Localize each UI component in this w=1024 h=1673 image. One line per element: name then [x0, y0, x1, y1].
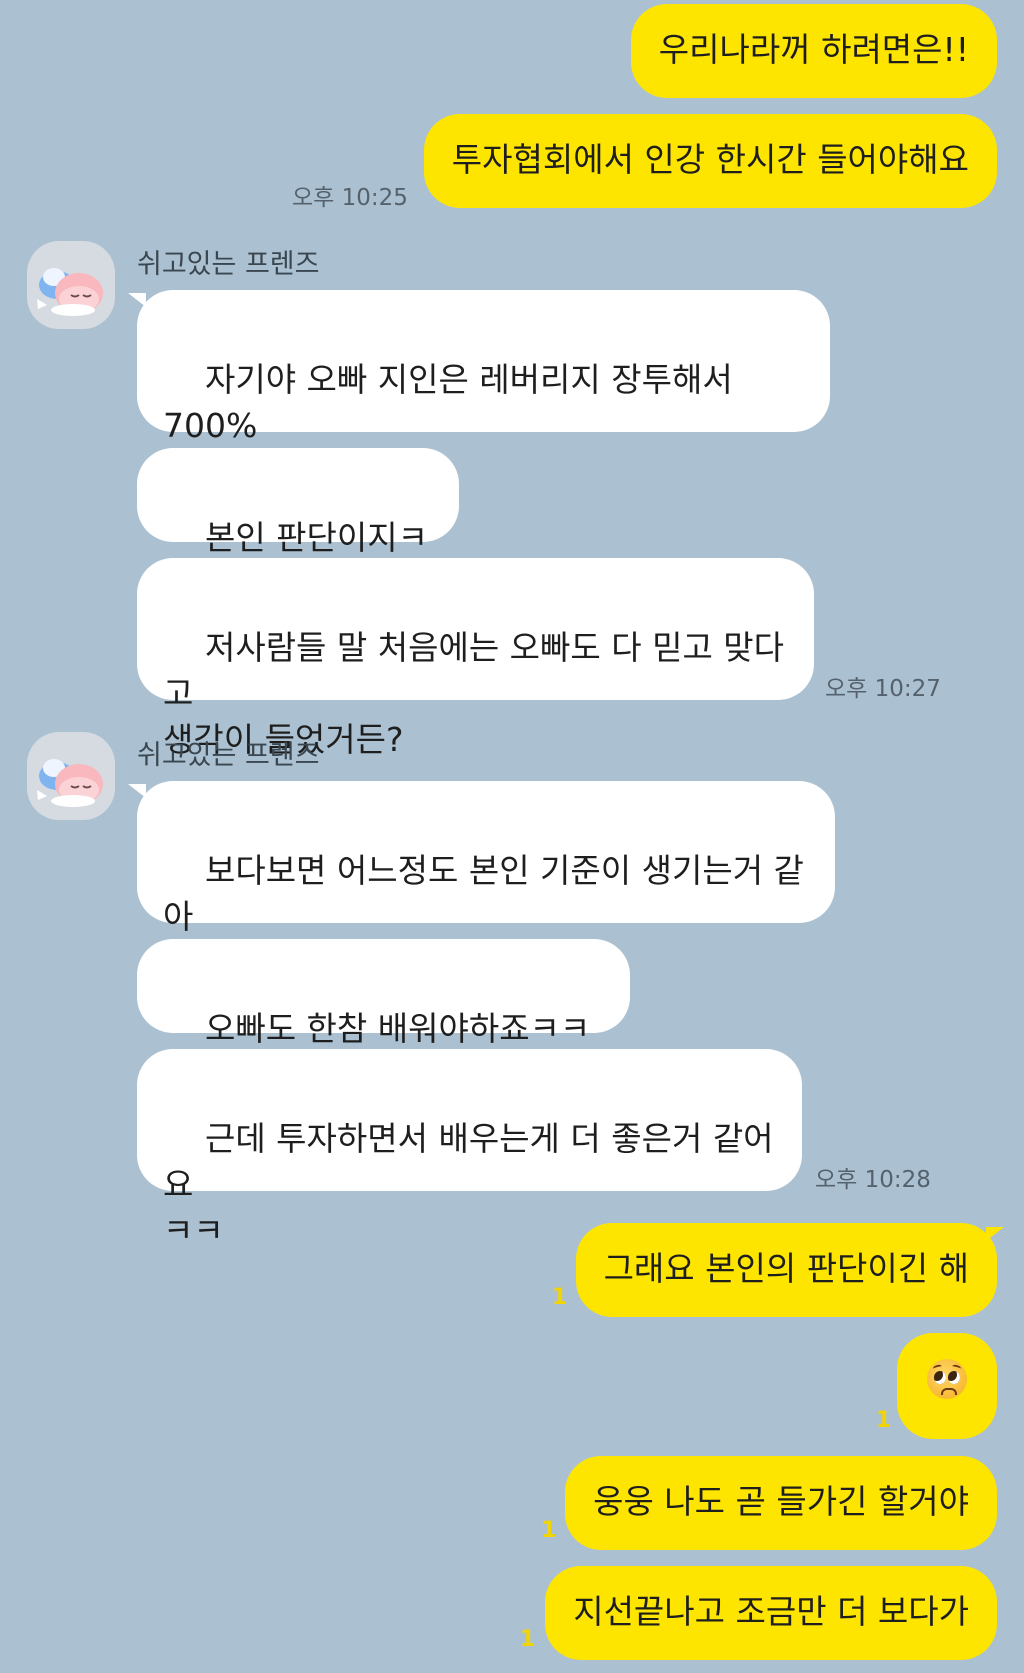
message-text: 웅웅 나도 곧 들가긴 할거야 [593, 1482, 969, 1521]
pleading-face-icon [927, 1359, 967, 1399]
friend-avatar[interactable] [27, 732, 115, 820]
friend-avatar[interactable] [27, 241, 115, 329]
my-message-bubble[interactable]: 투자협회에서 인강 한시간 들어야해요 [423, 114, 997, 208]
unread-count: 1 [552, 1285, 568, 1310]
friend-message-bubble[interactable]: 보다보면 어느정도 본인 기준이 생기는거 같아 ㅋㅋ [137, 781, 835, 982]
emoji-message-bubble[interactable] [897, 1333, 997, 1439]
apeach-sleeping-icon [37, 268, 103, 316]
friend-message-bubble[interactable]: 오빠도 한참 배워야하죠ㅋㅋㅋ [137, 939, 630, 1094]
friend-message-bubble[interactable]: 저사람들 말 처음에는 오빠도 다 믿고 맞다고 생각이 들었거든? [137, 558, 814, 759]
my-message-bubble[interactable]: 웅웅 나도 곧 들가긴 할거야 [565, 1456, 997, 1550]
sender-name: 쉬고있는 프렌즈 [137, 249, 320, 280]
message-text: 그래요 본인의 판단이긴 해 [603, 1249, 969, 1288]
sender-name: 쉬고있는 프렌즈 [137, 740, 320, 771]
friend-message-bubble[interactable]: 본인 판단이지ㅋㅋ [137, 448, 459, 603]
message-text: 우리나라꺼 하려면은!! [658, 30, 969, 69]
message-text: 투자협회에서 인강 한시간 들어야해요 [451, 140, 969, 179]
message-text: 지선끝나고 조금만 더 보다가 [573, 1592, 969, 1631]
my-message-bubble[interactable]: 그래요 본인의 판단이긴 해 [575, 1223, 997, 1317]
message-time: 오후 10:28 [815, 1167, 931, 1193]
my-message-bubble[interactable]: 우리나라꺼 하려면은!! [630, 4, 997, 98]
message-time: 오후 10:25 [292, 185, 408, 211]
unread-count: 1 [520, 1627, 536, 1652]
unread-count: 1 [541, 1518, 557, 1543]
my-message-bubble[interactable]: 지선끝나고 조금만 더 보다가 [545, 1566, 997, 1660]
message-time: 오후 10:27 [825, 676, 941, 702]
chat-room[interactable]: 우리나라꺼 하려면은!! 투자협회에서 인강 한시간 들어야해요 오후 10:2… [0, 0, 1024, 1673]
friend-message-bubble[interactable]: 근데 투자하면서 배우는게 더 좋은거 같어요 ㅋㅋ [137, 1049, 802, 1250]
apeach-sleeping-icon [37, 759, 103, 807]
friend-message-bubble[interactable]: 자기야 오빠 지인은 레버리지 장투해서 700% 벌었어.. ㅋㅋ [137, 290, 830, 491]
unread-count: 1 [876, 1408, 892, 1433]
